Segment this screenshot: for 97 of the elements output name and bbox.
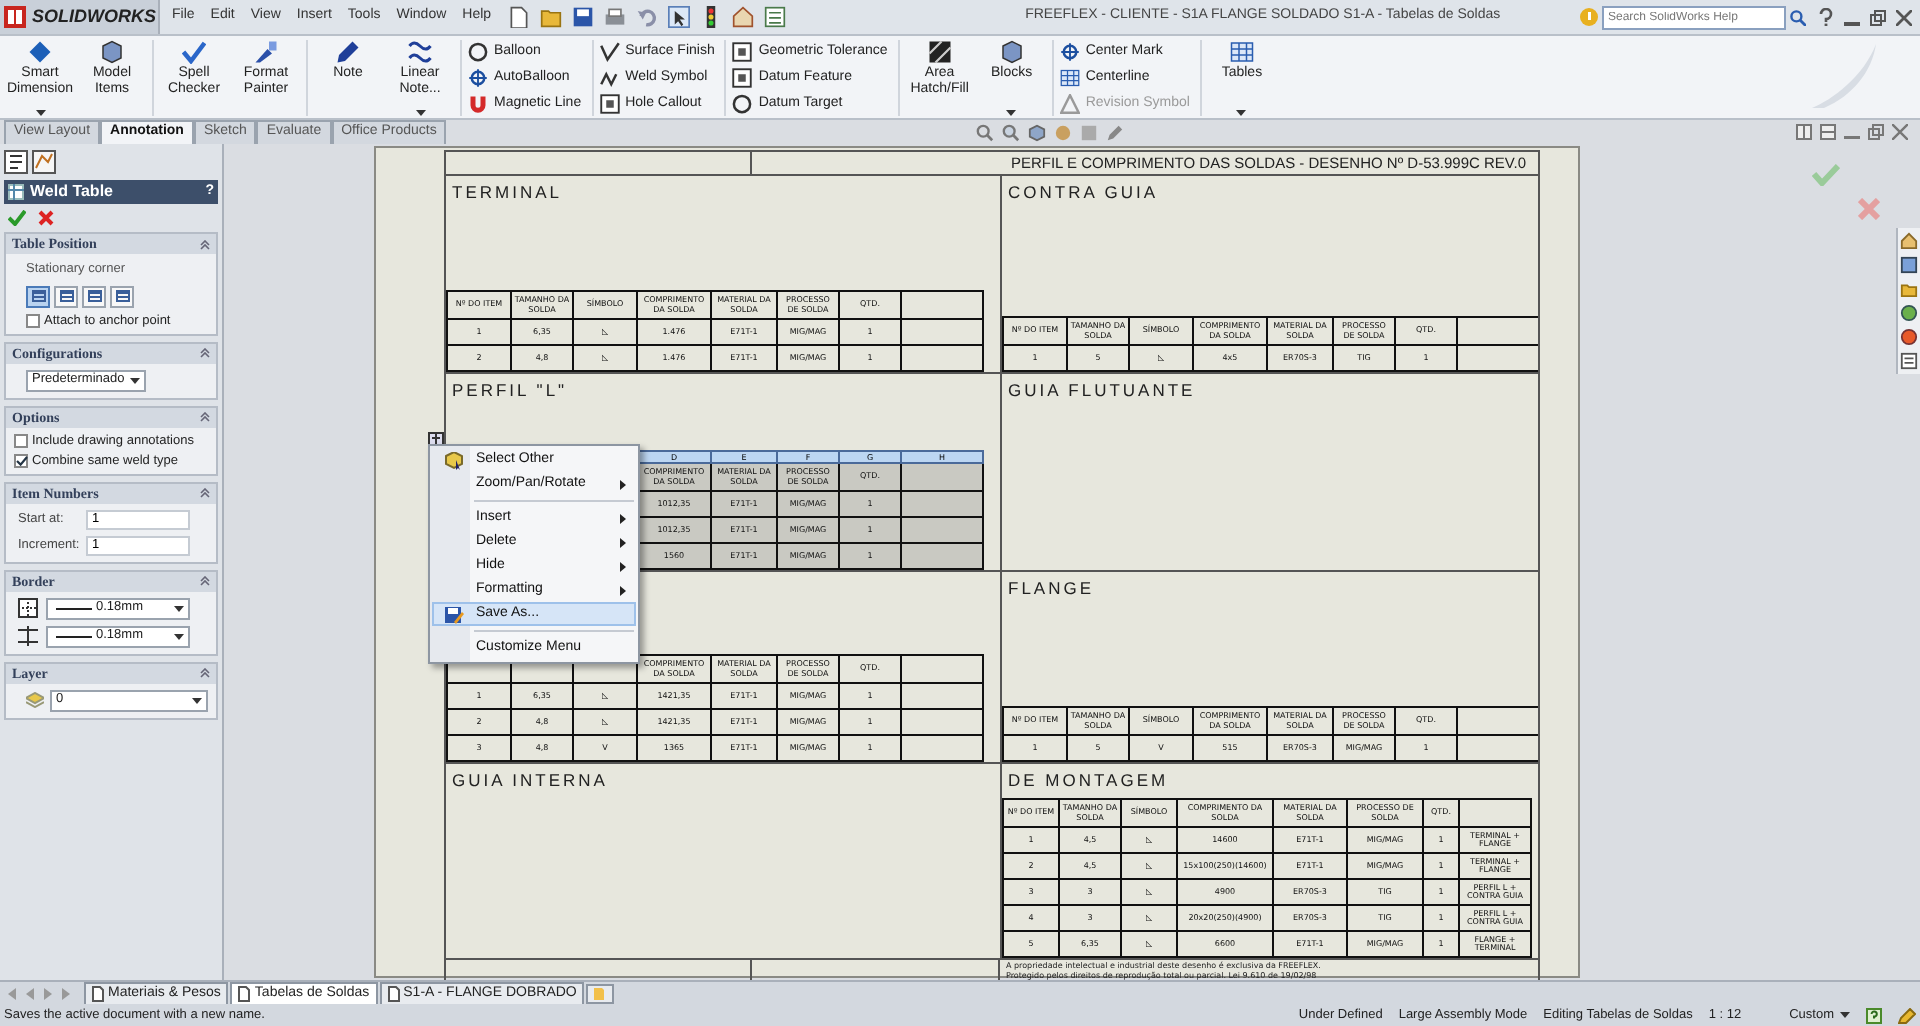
house-icon[interactable] [731, 6, 754, 28]
checkbox[interactable] [14, 433, 28, 448]
printer-icon[interactable] [603, 6, 626, 28]
magnifier-icon[interactable] [976, 123, 995, 141]
collapse-chevron-icon[interactable] [200, 239, 210, 249]
section-title: TERMINAL [450, 180, 564, 206]
caret-icon[interactable] [1006, 110, 1017, 116]
help-question-icon[interactable] [1866, 1007, 1882, 1023]
confirm-check-icon[interactable] [1812, 164, 1840, 186]
caret-icon[interactable] [174, 633, 184, 640]
grid-icon [1229, 40, 1254, 64]
caret-icon[interactable] [1236, 110, 1247, 116]
triangle-icon [1059, 94, 1080, 114]
pen-icon [336, 40, 360, 64]
document-icon[interactable] [507, 6, 530, 28]
crosshair-icon [1059, 42, 1080, 62]
section-title: DE MONTAGEM [1006, 768, 1171, 794]
brush-icon [254, 40, 278, 64]
box-border-icon [18, 598, 38, 619]
home-icon[interactable] [1900, 232, 1918, 250]
check-mark-icon [15, 455, 27, 466]
list-icon[interactable] [1900, 352, 1918, 370]
square-icon [732, 68, 753, 88]
corner-button[interactable] [54, 285, 78, 308]
section-title: PERFIL "L" [450, 378, 570, 404]
submenu-arrow-icon [620, 479, 626, 489]
folder-icon[interactable] [1900, 280, 1918, 298]
circle-icon [468, 42, 488, 62]
logo-icon [4, 6, 26, 28]
tick-icon [599, 42, 620, 62]
tree-tab-icon[interactable] [4, 150, 28, 174]
sheet-page-icon [387, 986, 400, 1002]
save-as-icon [444, 605, 464, 623]
circle-icon [732, 94, 753, 114]
cancel-x-icon[interactable] [38, 210, 54, 226]
zigzag-icon [599, 68, 620, 88]
diamond-icon [28, 40, 52, 64]
section-title: GUIA FLUTUANTE [1006, 378, 1198, 404]
help-icon[interactable] [1818, 8, 1834, 26]
table-icon [8, 184, 24, 200]
submenu-arrow-icon [620, 537, 626, 547]
collapse-chevron-icon[interactable] [200, 576, 210, 587]
list-icon[interactable] [763, 6, 786, 28]
square-icon [732, 42, 753, 62]
corner-button[interactable] [82, 285, 106, 308]
section-title: CONTRA GUIA [1006, 180, 1161, 206]
undo-icon[interactable] [635, 6, 658, 28]
grid-border-icon [18, 626, 38, 647]
collapse-chevron-icon[interactable] [200, 488, 210, 499]
layers-icon [26, 692, 44, 709]
property-tab-icon[interactable] [32, 150, 56, 174]
close-icon[interactable] [1896, 9, 1912, 25]
ok-check-icon[interactable] [8, 210, 26, 226]
caret-icon[interactable] [35, 110, 45, 116]
grid-icon [1059, 68, 1080, 88]
square-icon [599, 94, 620, 114]
caret-icon[interactable] [174, 605, 184, 612]
collapse-chevron-icon[interactable] [200, 348, 210, 359]
magnet-icon [468, 94, 488, 114]
sheet-page-icon [92, 986, 104, 1002]
submenu-arrow-icon [620, 561, 626, 571]
search-icon [1790, 9, 1806, 25]
collapse-chevron-icon[interactable] [200, 668, 210, 679]
caret-icon[interactable] [415, 110, 425, 116]
cube-icon [100, 40, 124, 64]
corner-button[interactable] [110, 285, 134, 308]
cube-icon [999, 40, 1024, 64]
cursor-cube-icon [444, 451, 464, 469]
app-name: SOLIDWORKS [32, 3, 156, 30]
restore-icon[interactable] [1870, 9, 1886, 25]
add-sheet-icon[interactable] [586, 984, 615, 1004]
submenu-arrow-icon [620, 585, 626, 595]
panel-title: Weld Table [30, 180, 113, 204]
collapse-chevron-icon[interactable] [200, 412, 210, 423]
section-title: FLANGE [1006, 576, 1097, 602]
section-title: GUIA INTERNA [450, 768, 610, 794]
caret-icon[interactable] [192, 697, 202, 704]
sheet-page-icon [238, 986, 251, 1002]
panel-view-icon[interactable] [1820, 124, 1836, 140]
restore-icon[interactable] [1868, 124, 1884, 140]
checkbox[interactable] [26, 313, 40, 328]
folder-icon[interactable] [539, 6, 562, 28]
parts-icon[interactable] [1900, 256, 1918, 274]
check-icon [182, 40, 206, 64]
magnifier-icon[interactable] [1002, 123, 1021, 141]
corner-button[interactable] [26, 285, 50, 308]
pointer-icon[interactable] [667, 6, 690, 28]
checkbox[interactable] [14, 453, 28, 468]
caret-icon[interactable] [130, 377, 140, 384]
wave-icon [408, 40, 432, 64]
anchor-handle-icon[interactable] [428, 432, 444, 446]
submenu-arrow-icon [620, 513, 626, 523]
split-view-icon[interactable] [1796, 124, 1812, 140]
crosshair-icon [468, 68, 488, 88]
close-icon[interactable] [1892, 124, 1908, 140]
caret-icon[interactable] [1840, 1012, 1850, 1018]
hatch-icon [927, 40, 952, 64]
